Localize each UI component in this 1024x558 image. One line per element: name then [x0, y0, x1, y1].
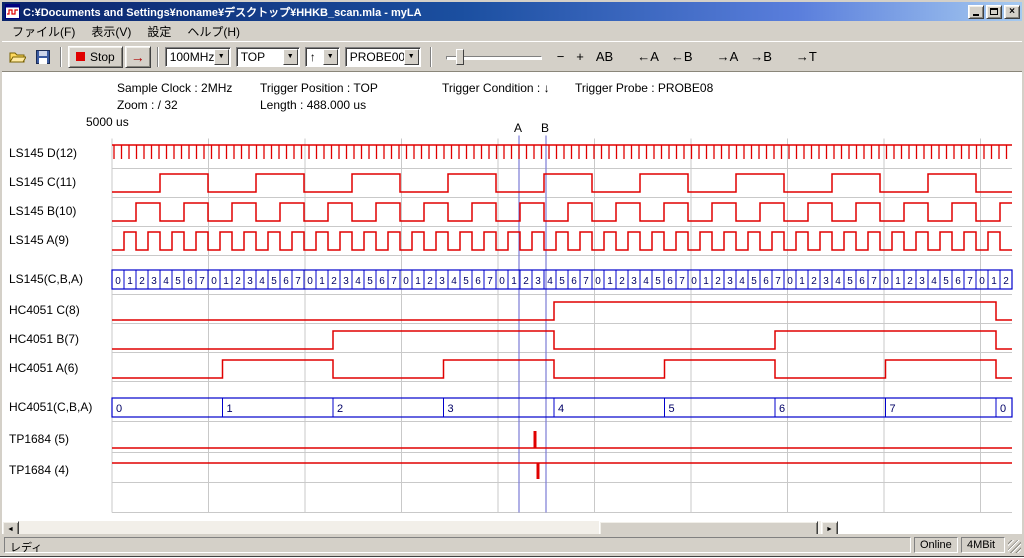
- svg-text:0: 0: [403, 276, 409, 287]
- svg-text:0: 0: [307, 276, 313, 287]
- svg-text:2: 2: [331, 276, 337, 287]
- svg-text:1: 1: [415, 276, 421, 287]
- svg-text:0: 0: [1000, 403, 1006, 415]
- svg-text:3: 3: [247, 276, 253, 287]
- svg-text:6: 6: [187, 276, 193, 287]
- svg-text:2: 2: [139, 276, 145, 287]
- svg-text:5: 5: [669, 403, 675, 415]
- svg-text:7: 7: [967, 276, 973, 287]
- svg-text:5: 5: [655, 276, 661, 287]
- svg-text:7: 7: [583, 276, 589, 287]
- svg-text:0: 0: [499, 276, 505, 287]
- svg-text:1: 1: [799, 276, 805, 287]
- svg-text:2: 2: [907, 276, 913, 287]
- svg-text:4: 4: [643, 276, 649, 287]
- svg-text:5: 5: [367, 276, 373, 287]
- svg-text:6: 6: [571, 276, 577, 287]
- svg-text:2: 2: [427, 276, 433, 287]
- statusbar: レディ Online 4MBit: [2, 534, 1022, 554]
- status-message: レディ: [4, 537, 911, 553]
- scroll-right-icon: ►: [826, 526, 833, 533]
- svg-text:3: 3: [535, 276, 541, 287]
- svg-text:3: 3: [919, 276, 925, 287]
- svg-text:7: 7: [199, 276, 205, 287]
- svg-text:1: 1: [895, 276, 901, 287]
- svg-text:4: 4: [739, 276, 745, 287]
- status-online: Online: [914, 537, 958, 553]
- svg-text:0: 0: [883, 276, 889, 287]
- scroll-left-icon: ◄: [7, 526, 14, 533]
- svg-text:6: 6: [779, 403, 785, 415]
- svg-text:6: 6: [475, 276, 481, 287]
- svg-text:3: 3: [727, 276, 733, 287]
- waveform-canvas[interactable]: 0123456701234567012345670123456701234567…: [2, 2, 1024, 558]
- svg-text:7: 7: [391, 276, 397, 287]
- svg-text:7: 7: [890, 403, 896, 415]
- svg-text:3: 3: [151, 276, 157, 287]
- svg-text:1: 1: [511, 276, 517, 287]
- svg-text:2: 2: [1003, 276, 1009, 287]
- svg-text:3: 3: [631, 276, 637, 287]
- svg-text:1: 1: [127, 276, 133, 287]
- svg-text:7: 7: [871, 276, 877, 287]
- svg-text:0: 0: [787, 276, 793, 287]
- svg-text:6: 6: [283, 276, 289, 287]
- svg-text:0: 0: [691, 276, 697, 287]
- svg-text:0: 0: [595, 276, 601, 287]
- svg-text:1: 1: [607, 276, 613, 287]
- mylogic-analyzer-window: { "window": { "title": "C:¥Documents and…: [0, 0, 1024, 556]
- svg-text:7: 7: [775, 276, 781, 287]
- svg-text:3: 3: [448, 403, 454, 415]
- svg-text:0: 0: [115, 276, 121, 287]
- svg-text:5: 5: [175, 276, 181, 287]
- svg-text:1: 1: [319, 276, 325, 287]
- svg-text:1: 1: [223, 276, 229, 287]
- svg-text:2: 2: [523, 276, 529, 287]
- svg-text:3: 3: [439, 276, 445, 287]
- svg-text:5: 5: [943, 276, 949, 287]
- svg-text:6: 6: [379, 276, 385, 287]
- svg-text:5: 5: [559, 276, 565, 287]
- svg-text:3: 3: [343, 276, 349, 287]
- svg-text:2: 2: [235, 276, 241, 287]
- svg-text:4: 4: [451, 276, 457, 287]
- svg-text:4: 4: [163, 276, 169, 287]
- svg-text:1: 1: [227, 403, 233, 415]
- svg-text:6: 6: [859, 276, 865, 287]
- svg-text:4: 4: [547, 276, 553, 287]
- svg-text:5: 5: [271, 276, 277, 287]
- svg-text:2: 2: [619, 276, 625, 287]
- svg-text:4: 4: [355, 276, 361, 287]
- svg-text:0: 0: [979, 276, 985, 287]
- svg-text:3: 3: [823, 276, 829, 287]
- svg-text:0: 0: [211, 276, 217, 287]
- svg-text:2: 2: [337, 403, 343, 415]
- svg-text:2: 2: [715, 276, 721, 287]
- svg-text:6: 6: [763, 276, 769, 287]
- svg-text:1: 1: [703, 276, 709, 287]
- svg-text:1: 1: [991, 276, 997, 287]
- svg-text:4: 4: [931, 276, 937, 287]
- svg-text:5: 5: [751, 276, 757, 287]
- svg-text:7: 7: [487, 276, 493, 287]
- svg-text:2: 2: [811, 276, 817, 287]
- svg-text:7: 7: [295, 276, 301, 287]
- status-memory: 4MBit: [961, 537, 1005, 553]
- svg-text:7: 7: [679, 276, 685, 287]
- resize-grip[interactable]: [1008, 540, 1021, 553]
- svg-text:4: 4: [259, 276, 265, 287]
- svg-text:4: 4: [558, 403, 564, 415]
- svg-text:6: 6: [955, 276, 961, 287]
- svg-text:6: 6: [667, 276, 673, 287]
- svg-text:4: 4: [835, 276, 841, 287]
- svg-text:5: 5: [847, 276, 853, 287]
- svg-text:5: 5: [463, 276, 469, 287]
- svg-text:0: 0: [116, 403, 122, 415]
